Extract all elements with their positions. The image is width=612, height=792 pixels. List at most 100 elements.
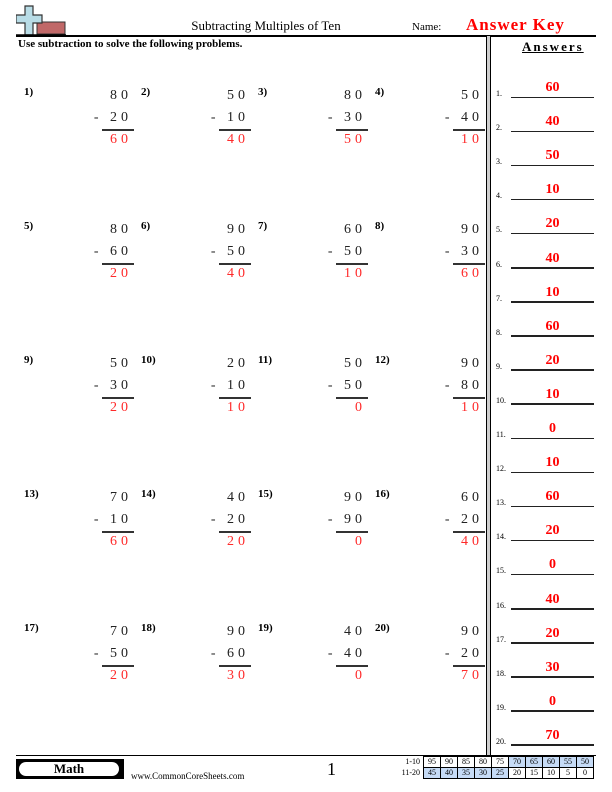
site-url: www.CommonCoreSheets.com <box>131 771 245 781</box>
problem-number: 9) <box>24 354 34 366</box>
answer-value: 70 <box>545 727 560 743</box>
difference-answer: 10 <box>461 400 483 415</box>
answer-line <box>511 471 594 474</box>
subtrahend: - 50 <box>210 244 249 259</box>
problem-14: 14) 40 - 20 20 <box>141 488 251 578</box>
subtrahend: - 20 <box>210 512 249 527</box>
answer-number: 9. <box>496 361 502 371</box>
difference-answer: 10 <box>461 132 483 147</box>
answer-row-4: 4. 10 <box>496 170 600 204</box>
subtrahend: - 60 <box>210 646 249 661</box>
answer-number: 14. <box>496 532 506 542</box>
answer-row-9: 9. 20 <box>496 341 600 375</box>
page-number: 1 <box>327 759 336 779</box>
difference-answer: 50 <box>344 132 366 147</box>
answer-line <box>511 267 594 269</box>
answer-bar <box>219 397 251 399</box>
problem-number: 13) <box>24 488 39 500</box>
answer-number: 11. <box>496 430 506 439</box>
answer-value: 10 <box>545 386 560 402</box>
answer-row-13: 13. 60 <box>496 477 600 511</box>
answer-line <box>511 539 594 542</box>
minuend: 90 <box>227 624 249 639</box>
answer-bar <box>453 397 485 399</box>
answer-row-8: 8. 60 <box>496 307 600 341</box>
answer-line <box>511 437 594 439</box>
subtrahend: - 50 <box>327 244 366 259</box>
difference-answer: 10 <box>227 400 249 415</box>
answer-value: 30 <box>545 659 560 675</box>
answer-line <box>511 608 594 610</box>
answer-row-6: 6. 40 <box>496 239 600 273</box>
answer-number: 6. <box>496 259 502 269</box>
answer-bar <box>102 665 134 667</box>
minuend: 50 <box>461 88 483 103</box>
minuend: 80 <box>344 88 366 103</box>
answer-row-1: 1. 60 <box>496 68 600 102</box>
answer-number: 18. <box>496 668 506 678</box>
problem-number: 6) <box>141 220 151 232</box>
answer-line <box>511 710 594 712</box>
instructions: Use subtraction to solve the following p… <box>18 38 243 50</box>
problem-number: 11) <box>258 354 273 366</box>
answer-number: 19. <box>496 702 506 712</box>
column-divider-left <box>486 36 487 756</box>
answer-number: 15. <box>496 566 506 576</box>
difference-answer: 0 <box>355 400 366 415</box>
difference-answer: 60 <box>110 132 132 147</box>
problem-19: 19) 40 - 40 0 <box>258 622 368 712</box>
answer-row-5: 5. 20 <box>496 204 600 238</box>
answer-value: 10 <box>545 455 560 471</box>
minuend: 20 <box>227 356 249 371</box>
problem-5: 5) 80 - 60 20 <box>24 220 134 310</box>
answer-bar <box>453 531 485 533</box>
answer-bar <box>102 129 134 131</box>
answer-value: 20 <box>545 523 560 539</box>
header-divider <box>16 35 596 37</box>
answer-number: 16. <box>496 600 506 610</box>
minuend: 50 <box>344 356 366 371</box>
difference-answer: 0 <box>355 668 366 683</box>
minuend: 90 <box>461 624 483 639</box>
problem-number: 14) <box>141 488 156 500</box>
minuend: 40 <box>344 624 366 639</box>
answer-value: 60 <box>545 489 560 505</box>
answer-number: 10. <box>496 395 506 405</box>
problem-number: 2) <box>141 86 151 98</box>
score-cell: 95 <box>423 756 441 768</box>
answer-row-10: 10. 10 <box>496 375 600 409</box>
answer-row-20: 20. 70 <box>496 716 600 750</box>
difference-answer: 20 <box>227 534 249 549</box>
answer-number: 13. <box>496 498 506 508</box>
answer-value: 10 <box>545 182 560 198</box>
subtrahend: - 50 <box>327 378 366 393</box>
score-row-label: 11-20 <box>401 768 420 777</box>
answer-bar <box>219 129 251 131</box>
subtrahend: - 40 <box>327 646 366 661</box>
problem-number: 7) <box>258 220 268 232</box>
problem-12: 12) 90 - 80 10 <box>375 354 485 444</box>
answer-value: 40 <box>545 250 560 266</box>
problem-6: 6) 90 - 50 40 <box>141 220 251 310</box>
problem-20: 20) 90 - 20 70 <box>375 622 485 712</box>
answer-number: 2. <box>496 123 502 133</box>
answer-value: 40 <box>545 114 560 130</box>
problem-number: 18) <box>141 622 156 634</box>
answer-value: 40 <box>545 591 560 607</box>
answer-line <box>511 369 594 371</box>
problem-4: 4) 50 - 40 10 <box>375 86 485 176</box>
problem-number: 17) <box>24 622 39 634</box>
minuend: 90 <box>344 490 366 505</box>
score-cell: 45 <box>423 767 441 779</box>
difference-answer: 40 <box>227 132 249 147</box>
difference-answer: 70 <box>461 668 483 683</box>
problem-17: 17) 70 - 50 20 <box>24 622 134 712</box>
answer-number: 1. <box>496 89 502 98</box>
answer-bar <box>336 263 368 265</box>
score-cell: 55 <box>559 756 577 768</box>
score-cell: 65 <box>525 756 543 768</box>
answer-bar <box>219 263 251 265</box>
minuend: 60 <box>344 222 366 237</box>
problem-13: 13) 70 - 10 60 <box>24 488 134 578</box>
answer-number: 12. <box>496 464 506 474</box>
